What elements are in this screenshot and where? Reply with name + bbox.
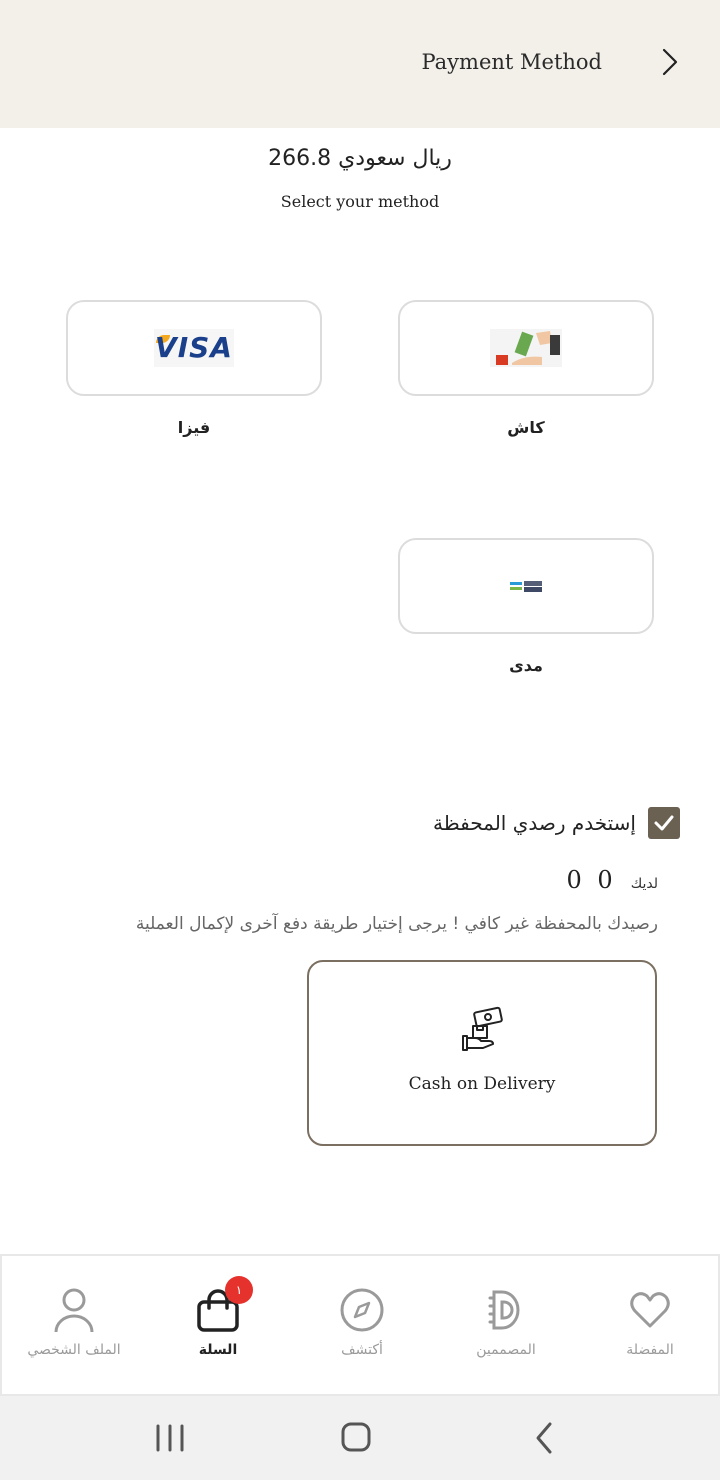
nav-label-cart: السلة bbox=[198, 1342, 238, 1358]
compass-icon bbox=[340, 1288, 384, 1332]
use-wallet-label: إستخدم رصدي المحفظة bbox=[432, 811, 636, 835]
system-navigation-bar bbox=[0, 1396, 720, 1480]
nav-item-favorites[interactable]: المفضلة bbox=[585, 1286, 715, 1366]
total-amount: 266.8 ريال سعودي bbox=[268, 146, 452, 171]
wallet-balance: لديك 0 0 bbox=[567, 866, 658, 894]
bottom-navigation: المفضلة المصممين أكتشف ١ السلة الملف الش… bbox=[0, 1254, 720, 1396]
cash-icon bbox=[490, 329, 562, 367]
cash-method-label: كاش bbox=[507, 418, 545, 437]
cash-method-card[interactable] bbox=[398, 300, 654, 396]
visa-logo: VISA bbox=[154, 329, 234, 367]
chevron-right-icon[interactable] bbox=[660, 46, 680, 78]
mada-method-card[interactable] bbox=[398, 538, 654, 634]
nav-label-designers: المصممين bbox=[476, 1342, 536, 1358]
nav-label-profile: الملف الشخصي bbox=[27, 1342, 121, 1358]
use-wallet-row[interactable]: إستخدم رصدي المحفظة bbox=[433, 806, 680, 840]
nav-item-cart[interactable]: ١ السلة bbox=[153, 1276, 283, 1366]
mada-method-label: مدى bbox=[509, 656, 543, 675]
app-header: Payment Method bbox=[0, 0, 720, 128]
home-icon[interactable] bbox=[336, 1420, 376, 1456]
nav-label-favorites: المفضلة bbox=[626, 1342, 674, 1358]
balance-label: لديك bbox=[630, 876, 658, 892]
balance-value: 0 0 bbox=[566, 866, 617, 894]
cart-count-badge: ١ bbox=[225, 1276, 253, 1304]
heart-icon bbox=[630, 1292, 670, 1328]
cash-on-delivery-label: Cash on Delivery bbox=[408, 1074, 556, 1094]
nav-item-explore[interactable]: أكتشف bbox=[297, 1286, 427, 1366]
designers-icon bbox=[488, 1290, 520, 1330]
use-wallet-checkbox[interactable] bbox=[648, 807, 680, 839]
nav-item-designers[interactable]: المصممين bbox=[441, 1286, 571, 1366]
wallet-insufficient-warning: رصيدك بالمحفظة غير كافي ! يرجى إختيار طر… bbox=[135, 914, 658, 934]
select-method-text: Select your method bbox=[280, 192, 440, 211]
visa-method-label: فيزا bbox=[177, 418, 211, 437]
back-icon[interactable] bbox=[524, 1420, 564, 1456]
cash-in-hand-icon bbox=[462, 1006, 503, 1051]
visa-method-card[interactable]: VISA bbox=[66, 300, 322, 396]
recent-apps-icon[interactable] bbox=[150, 1420, 190, 1456]
nav-label-explore: أكتشف bbox=[341, 1342, 383, 1358]
user-icon bbox=[54, 1288, 94, 1333]
nav-item-profile[interactable]: الملف الشخصي bbox=[9, 1286, 139, 1366]
check-icon bbox=[654, 815, 674, 831]
mada-logo bbox=[510, 581, 542, 592]
cash-on-delivery-card[interactable]: Cash on Delivery bbox=[307, 960, 657, 1146]
page-title: Payment Method bbox=[421, 50, 602, 74]
